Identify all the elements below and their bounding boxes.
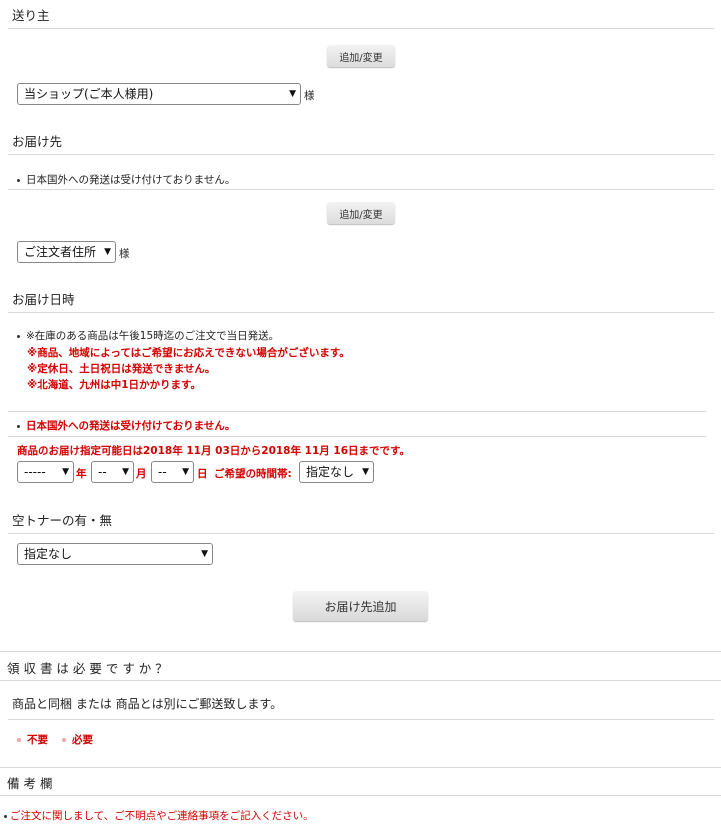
divider	[0, 651, 721, 652]
chevron-down-icon: ▼	[62, 467, 69, 477]
divider	[8, 154, 714, 155]
chevron-down-icon: ▼	[201, 549, 208, 559]
toner-select[interactable]: 指定なし ▼	[17, 543, 213, 565]
chevron-down-icon: ▼	[122, 467, 129, 477]
year-label: 年	[76, 468, 87, 480]
divider	[0, 795, 721, 796]
chevron-down-icon: ▼	[289, 89, 296, 99]
delivery-date-range: 商品のお届け指定可能日は2018年 11月 03日から2018年 11月 16日…	[17, 445, 410, 457]
divider	[8, 189, 714, 190]
month-select[interactable]: -- ▼	[91, 461, 134, 483]
add-destination-button[interactable]: お届け先追加	[293, 591, 428, 621]
time-select-value: 指定なし	[306, 465, 355, 479]
sender-select[interactable]: 当ショップ(ご本人様用) ▼	[17, 83, 301, 105]
bullet-icon	[17, 424, 20, 428]
receipt-option-no[interactable]: 不要	[17, 732, 48, 747]
divider	[8, 312, 714, 313]
delivery-date-note-red-2: ※定休日、土日祝日は発送できません。	[27, 363, 216, 375]
radio-icon[interactable]	[17, 738, 21, 742]
divider	[8, 436, 706, 437]
divider	[8, 28, 714, 29]
chevron-down-icon: ▼	[104, 247, 111, 257]
time-label: ご希望の時間帯:	[214, 468, 292, 480]
day-label: 日	[197, 468, 208, 480]
divider	[0, 680, 721, 681]
toner-select-value: 指定なし	[24, 547, 73, 561]
delivery-date-note: ※在庫のある商品は午後15時迄のご注文で当日発送。	[17, 328, 279, 343]
divider	[8, 411, 706, 412]
delivery-date-note-red-1: ※商品、地域によってはご希望にお応えできない場合がございます。	[27, 347, 350, 359]
month-label: 月	[136, 468, 147, 480]
day-select[interactable]: -- ▼	[151, 461, 194, 483]
year-select[interactable]: ----- ▼	[17, 461, 74, 483]
remarks-notice: ご注文に関しまして、ご不明点やご連絡事項をご記入ください。	[4, 808, 314, 823]
radio-icon[interactable]	[62, 738, 66, 742]
chevron-down-icon: ▼	[362, 467, 369, 477]
bullet-icon	[17, 178, 20, 182]
divider	[8, 533, 714, 534]
delivery-dest-suffix: 様	[119, 248, 130, 260]
delivery-dest-select[interactable]: ご注文者住所 ▼	[17, 241, 116, 263]
month-select-value: --	[98, 465, 107, 479]
delivery-dest-notice: 日本国外への発送は受け付けておりません。	[17, 172, 235, 187]
remarks-title: 備 考 欄	[7, 776, 53, 791]
bullet-icon	[4, 814, 7, 818]
sender-select-value: 当ショップ(ご本人様用)	[24, 87, 154, 101]
delivery-dest-add-change-button[interactable]: 追加/変更	[327, 202, 395, 224]
year-select-value: -----	[24, 465, 46, 479]
divider	[8, 719, 714, 720]
delivery-dest-title: お届け先	[12, 134, 63, 149]
day-select-value: --	[158, 465, 167, 479]
bullet-icon	[17, 334, 20, 338]
time-select[interactable]: 指定なし ▼	[299, 461, 374, 483]
sender-suffix: 様	[304, 90, 315, 102]
delivery-dest-select-value: ご注文者住所	[24, 245, 97, 259]
receipt-title: 領 収 書 は 必 要 で す か ？	[7, 661, 168, 676]
delivery-date-notice: 日本国外への発送は受け付けておりません。	[17, 418, 235, 433]
chevron-down-icon: ▼	[182, 467, 189, 477]
sender-add-change-button[interactable]: 追加/変更	[327, 45, 395, 67]
sender-title: 送り主	[12, 8, 50, 23]
receipt-description: 商品と同梱 または 商品とは別にご郵送致します。	[12, 697, 283, 711]
delivery-date-note-red-3: ※北海道、九州は中1日かかります。	[27, 379, 201, 391]
receipt-option-yes[interactable]: 必要	[62, 732, 93, 747]
divider	[0, 767, 721, 768]
toner-title: 空トナーの有・無	[12, 513, 113, 528]
delivery-date-title: お届け日時	[12, 292, 75, 307]
